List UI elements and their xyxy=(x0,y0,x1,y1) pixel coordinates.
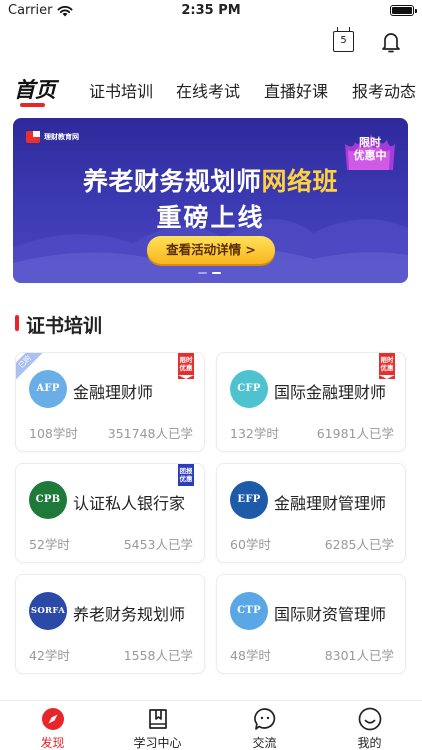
course-learners: 1558人已学 xyxy=(123,648,193,663)
smile-icon xyxy=(358,707,382,731)
tab-label: 我的 xyxy=(357,736,382,750)
course-hours: 48学时 xyxy=(230,648,271,663)
section-title: 证书培训 xyxy=(26,315,103,337)
limited-offer-badge: 限时 优惠 xyxy=(178,353,194,379)
top-tab-bar: 首页 证书培训 在线考试 直播好课 报考动态 xyxy=(0,68,422,108)
course-hours: 42学时 xyxy=(29,648,70,663)
bottom-tab-bar: 发现 学习中心 交流 我的 xyxy=(0,700,422,750)
banner-dot xyxy=(198,272,207,274)
course-learners: 6285人已学 xyxy=(324,537,394,552)
course-name: 国际财资管理师 xyxy=(274,605,387,624)
bottom-tab-profile[interactable]: 我的 xyxy=(317,701,422,750)
course-name: 国际金融理财师 xyxy=(274,383,387,402)
course-name: 养老财务规划师 xyxy=(73,605,186,624)
tab-online-exam[interactable]: 在线考试 xyxy=(176,78,240,102)
course-hours: 52学时 xyxy=(29,537,70,552)
course-hours: 108学时 xyxy=(29,426,78,441)
book-icon xyxy=(149,709,167,729)
course-learners: 8301人已学 xyxy=(324,648,394,663)
calendar-icon[interactable]: 5 xyxy=(333,27,354,52)
chat-icon xyxy=(254,708,276,730)
banner-subtitle: 重磅上线 xyxy=(156,203,265,232)
tab-label: 交流 xyxy=(252,736,277,750)
active-tab-indicator xyxy=(20,103,45,107)
bottom-tab-community[interactable]: 交流 xyxy=(212,701,317,750)
banner-logo: 理财教育网 xyxy=(26,131,79,143)
course-name: 认证私人银行家 xyxy=(73,494,186,513)
course-card-afp[interactable]: 已购 AFP 金融理财师 限时 优惠 108学时 351748人已学 xyxy=(15,352,205,452)
tab-certificate-training[interactable]: 证书培训 xyxy=(89,78,153,102)
tab-home[interactable]: 首页 xyxy=(14,74,56,104)
course-card-cfp[interactable]: CFP 国际金融理财师 限时 优惠 132学时 61981人已学 xyxy=(216,352,406,452)
course-hours: 60学时 xyxy=(230,537,271,552)
compass-icon xyxy=(42,708,64,730)
afp-logo-icon: AFP xyxy=(29,370,67,408)
bottom-tab-discover[interactable]: 发现 xyxy=(0,701,105,750)
banner-page-indicator xyxy=(198,272,221,274)
course-name: 金融理财管理师 xyxy=(274,494,387,513)
status-bar: Carrier 2:35 PM xyxy=(0,0,422,22)
tab-live-courses[interactable]: 直播好课 xyxy=(264,78,328,102)
tab-exam-news[interactable]: 报考动态 xyxy=(352,78,416,102)
battery-icon xyxy=(390,5,417,16)
brand-logo-icon xyxy=(26,131,40,143)
sorfa-logo-icon: SORFA xyxy=(29,592,67,630)
course-card-efp[interactable]: EFP 金融理财管理师 60学时 6285人已学 xyxy=(216,463,406,563)
ctp-logo-icon: CTP xyxy=(230,592,268,630)
course-learners: 5453人已学 xyxy=(123,537,193,552)
tab-label: 发现 xyxy=(40,736,65,750)
banner-badge-text: 限时 优惠中 xyxy=(353,136,387,162)
course-card-cpb[interactable]: CPB 认证私人银行家 团报 优惠 52学时 5453人已学 xyxy=(15,463,205,563)
course-card-sorfa[interactable]: SORFA 养老财务规划师 42学时 1558人已学 xyxy=(15,574,205,674)
banner-title: 养老财务规划师网络班 xyxy=(82,167,339,196)
view-activity-details-button[interactable]: 查看活动详情 > xyxy=(147,236,275,264)
banner-logo-text: 理财教育网 xyxy=(44,133,79,141)
course-learners: 351748人已学 xyxy=(107,426,193,441)
cpb-logo-icon: CPB xyxy=(29,481,67,519)
course-learners: 61981人已学 xyxy=(316,426,394,441)
efp-logo-icon: EFP xyxy=(230,481,268,519)
course-card-ctp[interactable]: CTP 国际财资管理师 48学时 8301人已学 xyxy=(216,574,406,674)
cfp-logo-icon: CFP xyxy=(230,370,268,408)
banner-dot-active xyxy=(212,272,221,274)
bottom-tab-learning-center[interactable]: 学习中心 xyxy=(105,701,210,750)
section-accent-bar xyxy=(15,315,19,331)
group-offer-badge: 团报 优惠 xyxy=(178,464,194,486)
tab-label: 学习中心 xyxy=(133,736,182,750)
course-name: 金融理财师 xyxy=(73,383,154,402)
status-time: 2:35 PM xyxy=(181,3,241,18)
limited-offer-badge: 限时 优惠 xyxy=(379,353,395,379)
bell-icon[interactable] xyxy=(380,30,402,54)
promo-banner[interactable]: 理财教育网 限时 优惠中 养老财务规划师网络班 重磅上线 查看活动详情 > xyxy=(13,118,408,283)
course-hours: 132学时 xyxy=(230,426,279,441)
